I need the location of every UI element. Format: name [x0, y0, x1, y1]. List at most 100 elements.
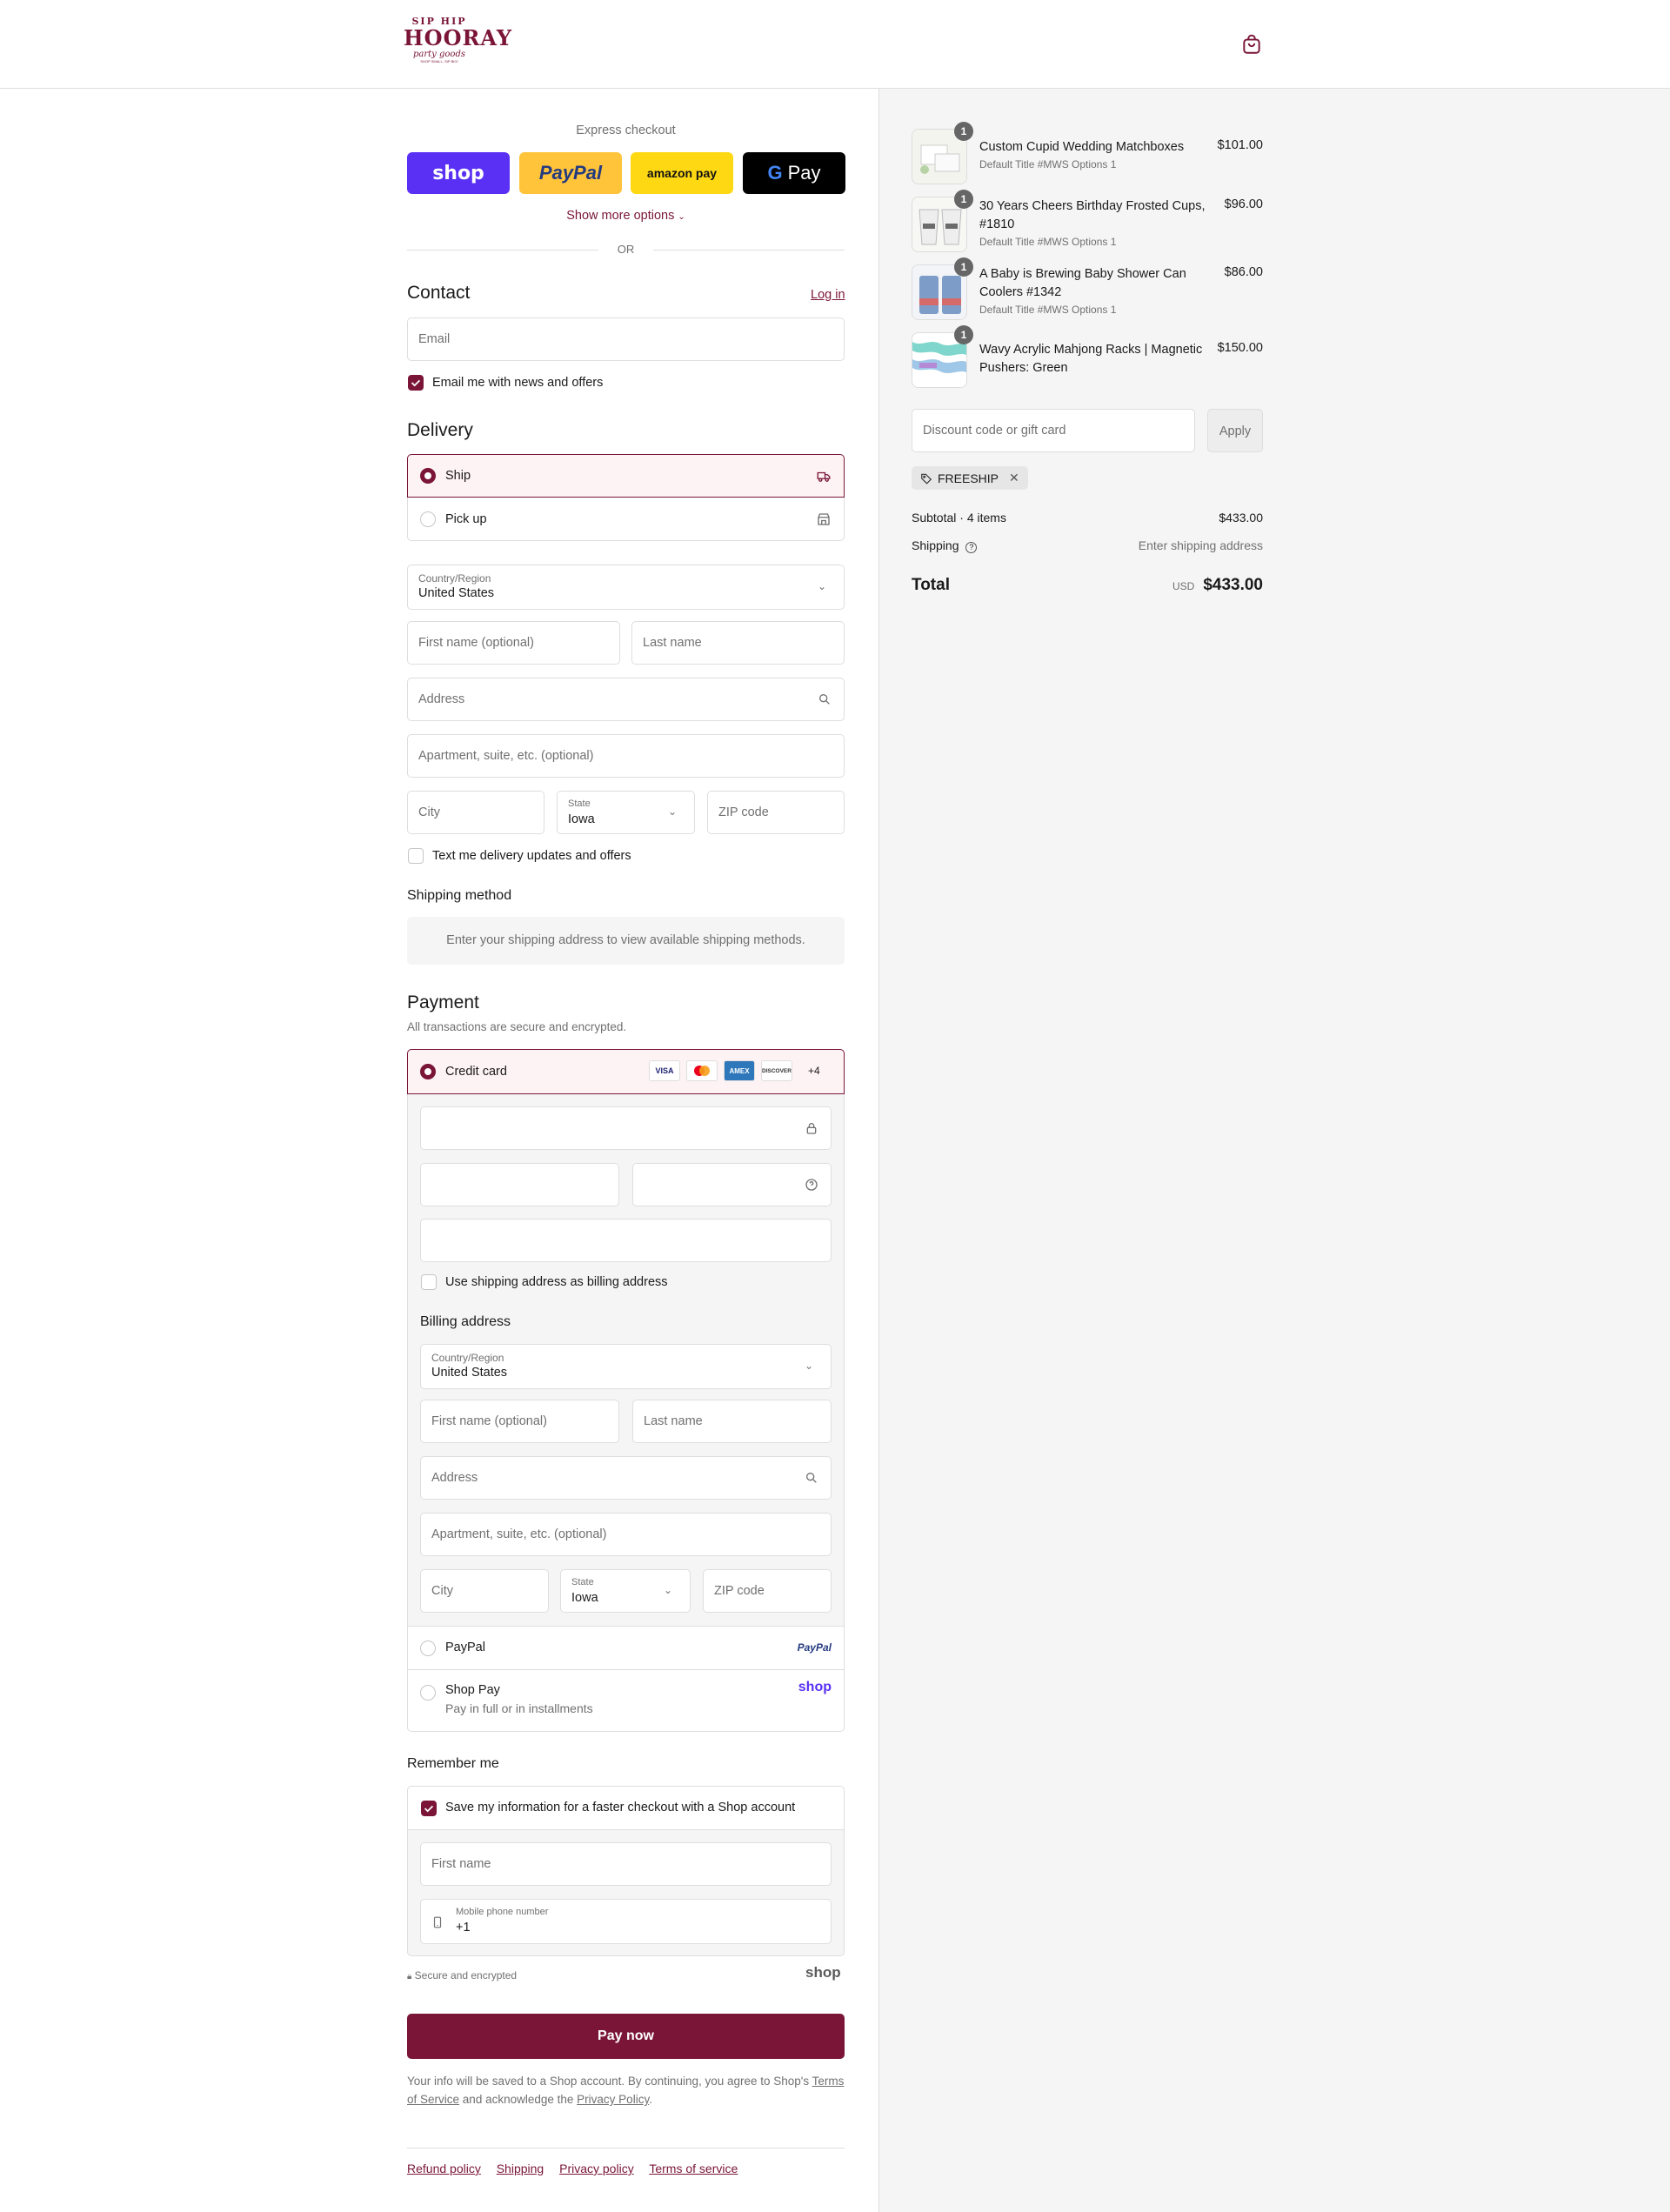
- privacy-policy-link[interactable]: Privacy Policy: [577, 2093, 649, 2106]
- google-pay-button[interactable]: G Pay: [743, 152, 845, 194]
- payment-heading: Payment: [407, 992, 479, 1012]
- divider: [407, 250, 598, 251]
- shopping-bag-icon[interactable]: [1240, 33, 1263, 56]
- email-field[interactable]: Email: [407, 317, 845, 361]
- credit-card-radio[interactable]: [420, 1064, 436, 1079]
- billing-state-select[interactable]: State Iowa ⌄: [560, 1569, 691, 1613]
- paypal-radio[interactable]: [420, 1641, 436, 1656]
- pickup-option[interactable]: Pick up: [407, 498, 845, 541]
- chevron-down-icon: ⌄: [678, 212, 685, 222]
- paypal-option[interactable]: PayPal PayPal: [407, 1627, 845, 1670]
- legal-notice: Your info will be saved to a Shop accoun…: [407, 2075, 845, 2106]
- billing-country-select[interactable]: Country/Region United States ⌄: [420, 1344, 832, 1389]
- card-number-field[interactable]: [420, 1106, 832, 1150]
- expiry-field[interactable]: [420, 1163, 619, 1206]
- item-quantity-badge: 1: [954, 190, 973, 209]
- ship-option[interactable]: Ship: [407, 454, 845, 498]
- billing-heading: Billing address: [420, 1314, 511, 1329]
- total-value-group: USD $433.00: [1089, 576, 1263, 595]
- shop-pay-radio[interactable]: [420, 1685, 436, 1701]
- security-code-field[interactable]: [632, 1163, 832, 1206]
- billing-last-name-field[interactable]: Last name: [632, 1400, 832, 1443]
- check-icon: [411, 379, 421, 387]
- apply-discount-button[interactable]: Apply: [1207, 409, 1263, 452]
- amex-icon: AMEX: [724, 1060, 755, 1081]
- apartment-field[interactable]: Apartment, suite, etc. (optional): [407, 734, 845, 778]
- item-price: $150.00: [1217, 341, 1263, 355]
- item-name: A Baby is Brewing Baby Shower Can Cooler…: [979, 267, 1186, 299]
- country-select[interactable]: Country/Region United States ⌄: [407, 565, 845, 610]
- shipping-policy-link[interactable]: Shipping: [497, 2162, 544, 2175]
- search-icon: [806, 1473, 817, 1483]
- billing-apartment-field[interactable]: Apartment, suite, etc. (optional): [420, 1513, 832, 1556]
- item-variant: Default Title #MWS Options 1: [979, 304, 1117, 316]
- news-label: Email me with news and offers: [432, 376, 604, 390]
- login-link[interactable]: Log in: [811, 288, 845, 302]
- secure-notice: 🔒︎ Secure and encrypted: [407, 1969, 518, 1981]
- mobile-phone-field[interactable]: Mobile phone number +1: [420, 1899, 832, 1944]
- save-info-row[interactable]: Save my information for a faster checkou…: [407, 1786, 845, 1830]
- discount-code-field[interactable]: Discount code or gift card: [912, 409, 1195, 452]
- tag-icon: [921, 473, 932, 485]
- lock-icon: [806, 1123, 817, 1134]
- express-checkout-title: Express checkout: [576, 124, 676, 137]
- refund-policy-link[interactable]: Refund policy: [407, 2162, 481, 2175]
- item-name: Wavy Acrylic Mahjong Racks | Magnetic Pu…: [979, 343, 1203, 375]
- item-price: $101.00: [1217, 138, 1263, 152]
- terms-of-service-footer-link[interactable]: Terms of service: [649, 2162, 738, 2175]
- store-logo[interactable]: SIP HIP HOORAY party goods SHOP SMALL, S…: [404, 16, 511, 73]
- news-checkbox[interactable]: [408, 375, 424, 391]
- chevron-down-icon: ⌄: [664, 1584, 673, 1596]
- privacy-policy-footer-link[interactable]: Privacy policy: [559, 2162, 634, 2175]
- item-price: $86.00: [1224, 265, 1263, 279]
- billing-first-name-field[interactable]: First name (optional): [420, 1400, 619, 1443]
- more-card-brands: +4: [808, 1065, 820, 1077]
- item-variant: Default Title #MWS Options 1: [979, 158, 1117, 170]
- remove-discount-icon[interactable]: ✕: [1009, 471, 1019, 485]
- amazon-pay-button[interactable]: amazon pay: [631, 152, 733, 194]
- remember-first-name-field[interactable]: First name: [420, 1842, 832, 1886]
- show-more-options[interactable]: Show more options ⌄: [407, 209, 845, 223]
- use-shipping-checkbox[interactable]: [421, 1274, 437, 1290]
- name-on-card-field[interactable]: [420, 1219, 832, 1262]
- paypal-button[interactable]: PayPal: [519, 152, 622, 194]
- zip-field[interactable]: ZIP code: [707, 791, 845, 834]
- search-icon: [819, 694, 830, 705]
- shop-pay-option[interactable]: Shop Pay Pay in full or in installments …: [407, 1670, 845, 1732]
- contact-heading: Contact: [407, 283, 471, 303]
- last-name-field[interactable]: Last name: [631, 621, 845, 665]
- shipping-method-notice: Enter your shipping address to view avai…: [407, 917, 845, 965]
- remember-heading: Remember me: [407, 1756, 499, 1771]
- save-info-label: Save my information for a faster checkou…: [445, 1801, 796, 1814]
- help-icon[interactable]: [805, 1178, 818, 1192]
- visa-icon: VISA: [649, 1060, 680, 1081]
- phone-icon: [433, 1916, 442, 1928]
- billing-address-field[interactable]: Address: [420, 1456, 832, 1500]
- total-value: $433.00: [1203, 576, 1263, 594]
- help-icon[interactable]: ?: [965, 542, 978, 553]
- billing-city-field[interactable]: City: [420, 1569, 549, 1613]
- use-shipping-label: Use shipping address as billing address: [445, 1275, 668, 1289]
- or-divider-label: OR: [617, 243, 635, 256]
- text-updates-checkbox[interactable]: [408, 848, 424, 864]
- shipping-row-label: Shipping ?: [912, 538, 978, 553]
- footer-divider: [407, 2148, 845, 2149]
- text-updates-label: Text me delivery updates and offers: [432, 849, 631, 863]
- chevron-down-icon: ⌄: [818, 580, 827, 592]
- state-select[interactable]: State Iowa ⌄: [557, 791, 695, 834]
- pay-now-button[interactable]: Pay now: [407, 2014, 845, 2059]
- shop-pay-button[interactable]: shop: [407, 152, 510, 194]
- city-field[interactable]: City: [407, 791, 544, 834]
- shipping-value: Enter shipping address: [1138, 538, 1263, 552]
- item-quantity-badge: 1: [954, 122, 973, 141]
- ship-radio[interactable]: [420, 468, 436, 484]
- pickup-radio[interactable]: [420, 511, 436, 527]
- save-info-checkbox[interactable]: [421, 1801, 437, 1816]
- item-name: 30 Years Cheers Birthday Frosted Cups, #…: [979, 199, 1206, 231]
- subtotal-label: Subtotal · 4 items: [912, 511, 1006, 525]
- google-icon: G: [767, 162, 783, 184]
- delivery-heading: Delivery: [407, 420, 473, 440]
- first-name-field[interactable]: First name (optional): [407, 621, 620, 665]
- address-field[interactable]: Address: [407, 678, 845, 721]
- billing-zip-field[interactable]: ZIP code: [703, 1569, 832, 1613]
